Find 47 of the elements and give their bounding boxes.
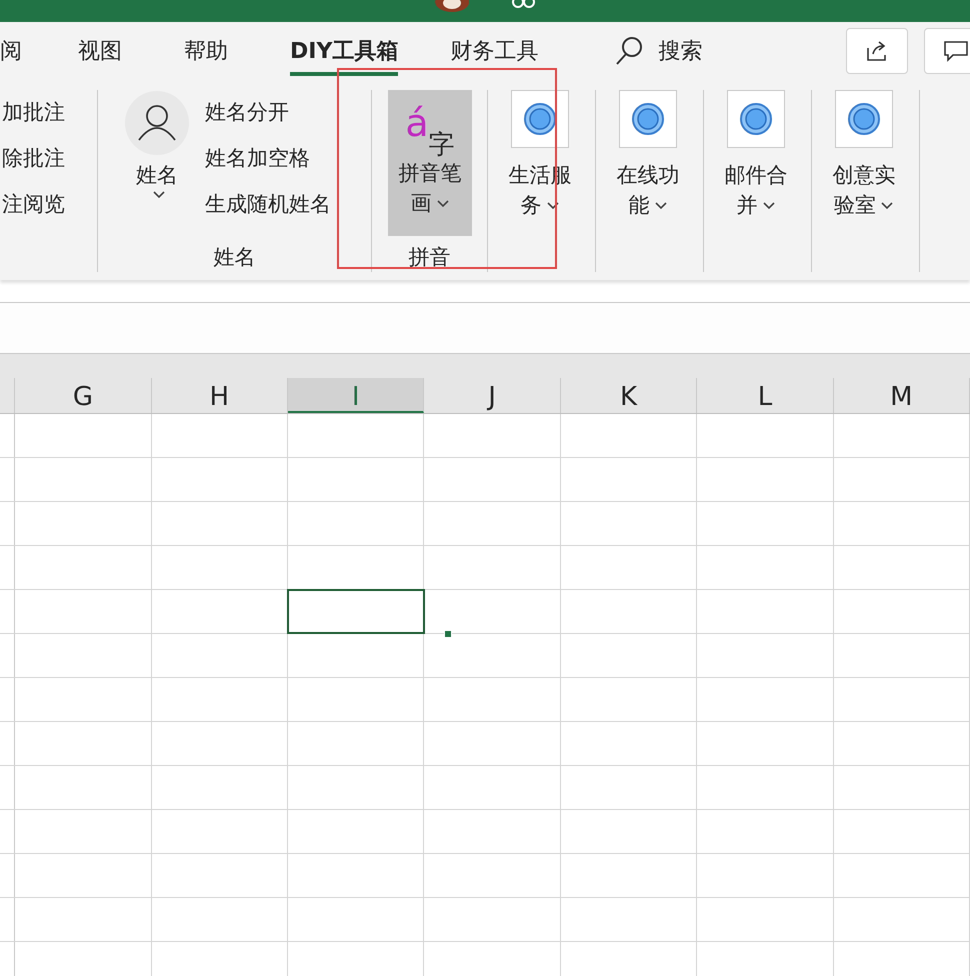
caret-icon bbox=[880, 201, 894, 212]
circle-icon bbox=[847, 102, 881, 136]
share-icon bbox=[865, 40, 889, 62]
search-icon bbox=[614, 35, 644, 67]
ribbon-tab[interactable]: 财务工具 bbox=[450, 30, 538, 76]
share-button[interactable] bbox=[846, 28, 908, 74]
command-button[interactable]: 生成随机姓名 bbox=[205, 182, 331, 228]
caret-icon bbox=[436, 199, 450, 210]
selected-cell[interactable] bbox=[288, 590, 424, 633]
ribbon-tab[interactable]: DIY工具箱 bbox=[290, 30, 398, 76]
fill-handle[interactable] bbox=[444, 630, 452, 638]
comment-icon bbox=[943, 40, 969, 62]
caret-icon bbox=[654, 201, 668, 212]
command-button[interactable]: 注阅览 bbox=[2, 182, 65, 228]
command-button[interactable]: 加批注 bbox=[2, 90, 65, 136]
formula-bar[interactable] bbox=[0, 302, 970, 354]
ribbon-tab[interactable]: 阅 bbox=[0, 30, 22, 76]
command-button[interactable]: 除批注 bbox=[2, 136, 65, 182]
column-header[interactable]: M bbox=[834, 378, 970, 413]
shape-icon bbox=[511, 0, 537, 10]
comments-button[interactable] bbox=[924, 28, 970, 74]
group-label: 姓名 bbox=[212, 244, 256, 271]
caret-icon bbox=[152, 190, 166, 200]
person-icon bbox=[124, 90, 190, 156]
feature-menu-button[interactable]: 创意实验室 bbox=[816, 90, 912, 272]
group-label: 拼音 bbox=[408, 244, 452, 271]
feature-menu-button[interactable]: 邮件合并 bbox=[708, 90, 804, 272]
column-header[interactable]: J bbox=[424, 378, 561, 413]
caret-icon bbox=[546, 201, 560, 212]
accent-letter-icon: á bbox=[405, 104, 429, 142]
name-menu-button[interactable]: 姓名 bbox=[123, 90, 191, 242]
circle-icon bbox=[631, 102, 665, 136]
ribbon-tab[interactable]: 帮助 bbox=[184, 30, 228, 76]
caret-icon bbox=[762, 201, 776, 212]
column-header[interactable]: G bbox=[15, 378, 152, 413]
circle-icon bbox=[523, 102, 557, 136]
character-icon: 字 bbox=[428, 132, 455, 158]
column-header[interactable]: I bbox=[288, 378, 424, 413]
feature-menu-button[interactable]: 在线功能 bbox=[600, 90, 696, 272]
command-button[interactable]: 姓名分开 bbox=[205, 90, 331, 136]
search-button[interactable]: 搜索 bbox=[608, 34, 708, 68]
column-header[interactable]: K bbox=[560, 378, 698, 413]
mascot-icon bbox=[433, 0, 471, 12]
column-header[interactable]: L bbox=[697, 378, 834, 413]
command-button[interactable]: 姓名加空格 bbox=[205, 136, 331, 182]
circle-icon bbox=[739, 102, 773, 136]
ribbon-tab[interactable]: 视图 bbox=[78, 30, 122, 76]
